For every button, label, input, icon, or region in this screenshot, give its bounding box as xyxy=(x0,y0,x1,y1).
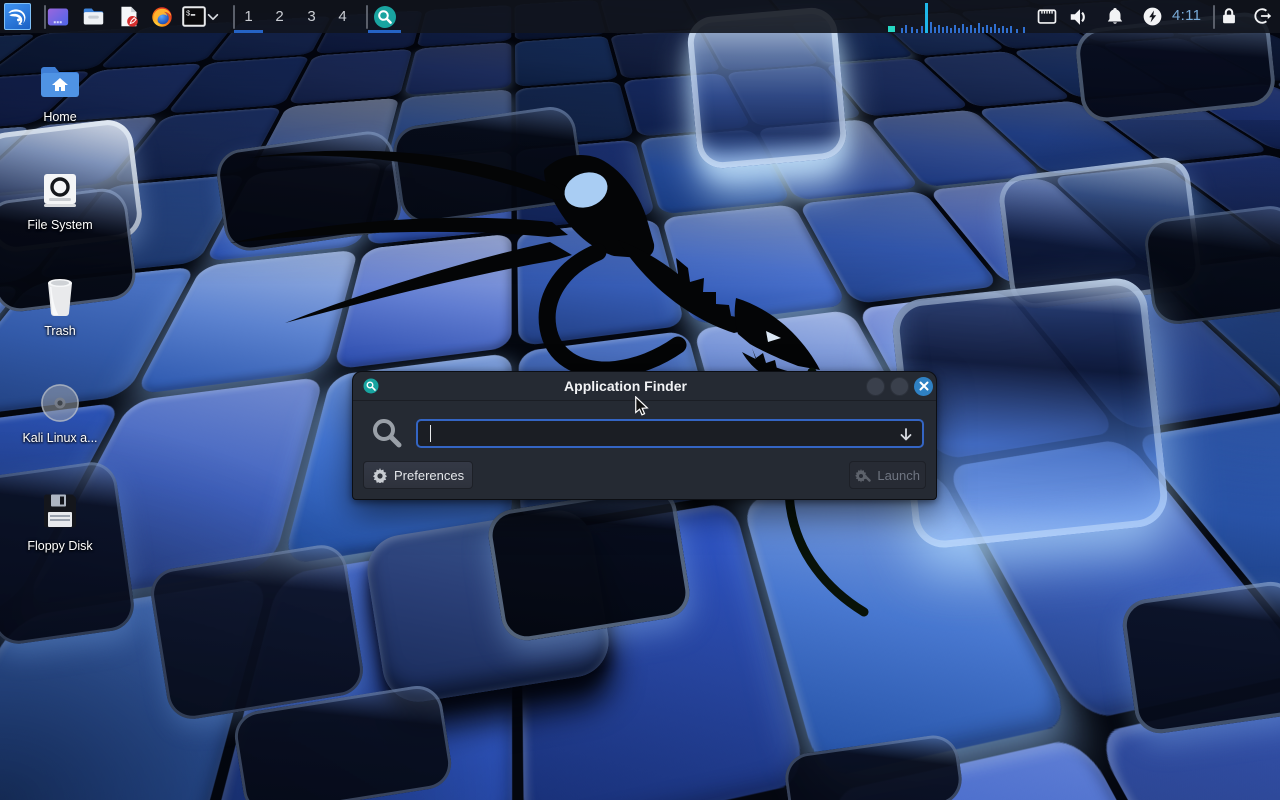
svg-text:$: $ xyxy=(186,11,191,19)
